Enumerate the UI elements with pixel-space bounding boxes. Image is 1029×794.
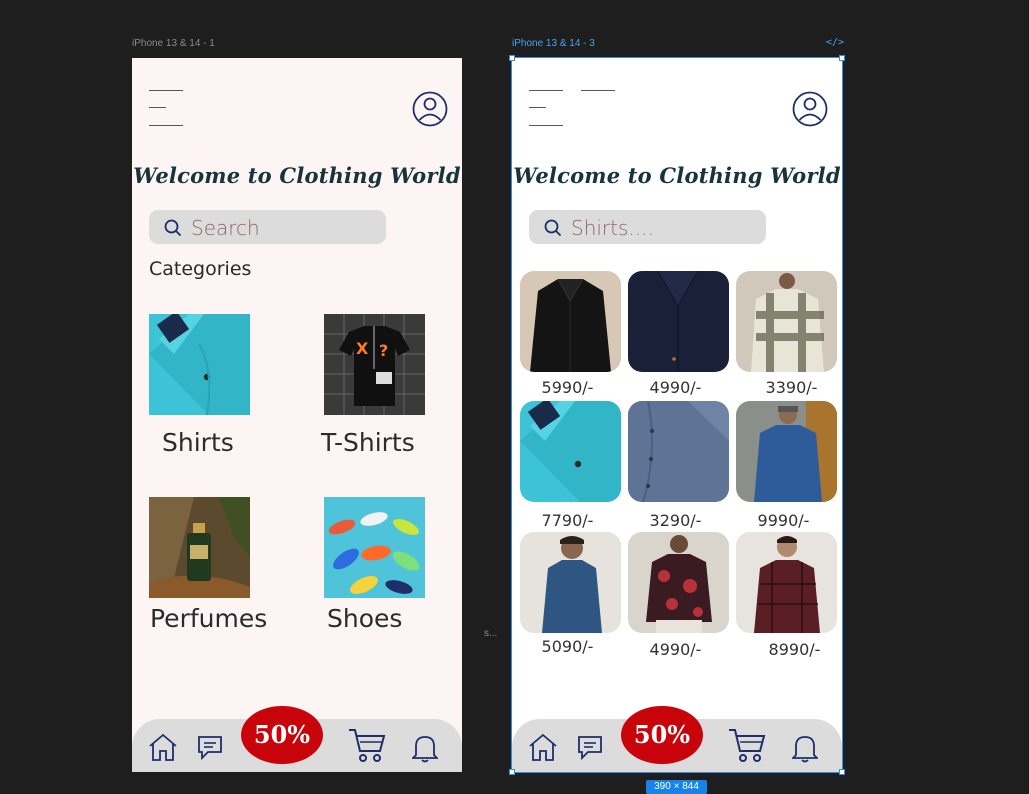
chat-icon[interactable]	[196, 733, 224, 761]
product-image[interactable]	[520, 532, 621, 633]
product-price: 3290/-	[649, 511, 702, 530]
profile-icon[interactable]	[792, 91, 828, 127]
selection-handle[interactable]	[839, 55, 845, 61]
product-image[interactable]	[520, 401, 621, 502]
home-icon[interactable]	[528, 732, 558, 762]
category-shirts-image[interactable]	[149, 314, 250, 415]
dimension-badge: 390 × 844	[646, 780, 707, 794]
product-image[interactable]	[736, 271, 837, 372]
cart-icon[interactable]	[728, 727, 766, 763]
category-shirts-label[interactable]: Shirts	[162, 428, 234, 457]
menu-icon[interactable]	[529, 90, 565, 126]
divider-line	[581, 90, 615, 91]
product-image[interactable]	[736, 532, 837, 633]
category-perfumes-image[interactable]	[149, 497, 250, 598]
product-price: 8990/-	[768, 640, 821, 659]
product-price: 3390/-	[765, 378, 818, 397]
product-price: 4990/-	[649, 378, 702, 397]
category-shoes-label[interactable]: Shoes	[327, 604, 402, 633]
search-icon	[164, 219, 182, 237]
product-price: 5990/-	[541, 378, 594, 397]
search-placeholder: Search	[191, 216, 260, 240]
product-price: 5090/-	[541, 637, 594, 656]
product-price: 4990/-	[649, 640, 702, 659]
selection-handle[interactable]	[509, 769, 515, 775]
phone-frame-1[interactable]: Welcome to Clothing World Search Categor…	[132, 58, 462, 772]
category-perfumes-label[interactable]: Perfumes	[150, 604, 267, 633]
category-tshirts-image[interactable]: X ?	[324, 314, 425, 415]
selection-handle[interactable]	[839, 769, 845, 775]
promo-badge[interactable]: 50%	[241, 706, 323, 764]
bell-icon[interactable]	[412, 733, 438, 763]
frame-2-label[interactable]: iPhone 13 & 14 - 3	[512, 38, 595, 49]
product-image[interactable]	[628, 532, 729, 633]
promo-badge[interactable]: 50%	[621, 706, 703, 764]
code-icon[interactable]: </>	[826, 37, 844, 48]
product-image[interactable]	[736, 401, 837, 502]
search-query: Shirts....	[571, 216, 654, 240]
search-input[interactable]: Search	[149, 210, 386, 244]
profile-icon[interactable]	[412, 91, 448, 127]
menu-icon[interactable]	[149, 90, 185, 126]
product-price: 7790/-	[541, 511, 594, 530]
search-input[interactable]: Shirts....	[529, 210, 766, 244]
search-icon	[544, 219, 562, 237]
home-icon[interactable]	[148, 732, 178, 762]
category-shoes-image[interactable]	[324, 497, 425, 598]
selection-handle[interactable]	[509, 55, 515, 61]
categories-heading: Categories	[149, 258, 252, 280]
chat-icon[interactable]	[576, 733, 604, 761]
product-image[interactable]	[520, 271, 621, 372]
canvas-stray-label: s...	[484, 628, 498, 639]
category-tshirts-label[interactable]: T-Shirts	[321, 428, 415, 457]
svg-text:X: X	[356, 339, 369, 358]
cart-icon[interactable]	[348, 727, 386, 763]
product-image[interactable]	[628, 271, 729, 372]
frame-1-label[interactable]: iPhone 13 & 14 - 1	[132, 38, 215, 49]
svg-text:?: ?	[379, 341, 388, 360]
product-image[interactable]	[628, 401, 729, 502]
welcome-heading: Welcome to Clothing World	[133, 163, 461, 188]
bell-icon[interactable]	[792, 733, 818, 763]
phone-frame-2[interactable]: Welcome to Clothing World Shirts.... 599…	[511, 57, 843, 773]
product-price: 9990/-	[757, 511, 810, 530]
welcome-heading: Welcome to Clothing World	[513, 163, 841, 188]
